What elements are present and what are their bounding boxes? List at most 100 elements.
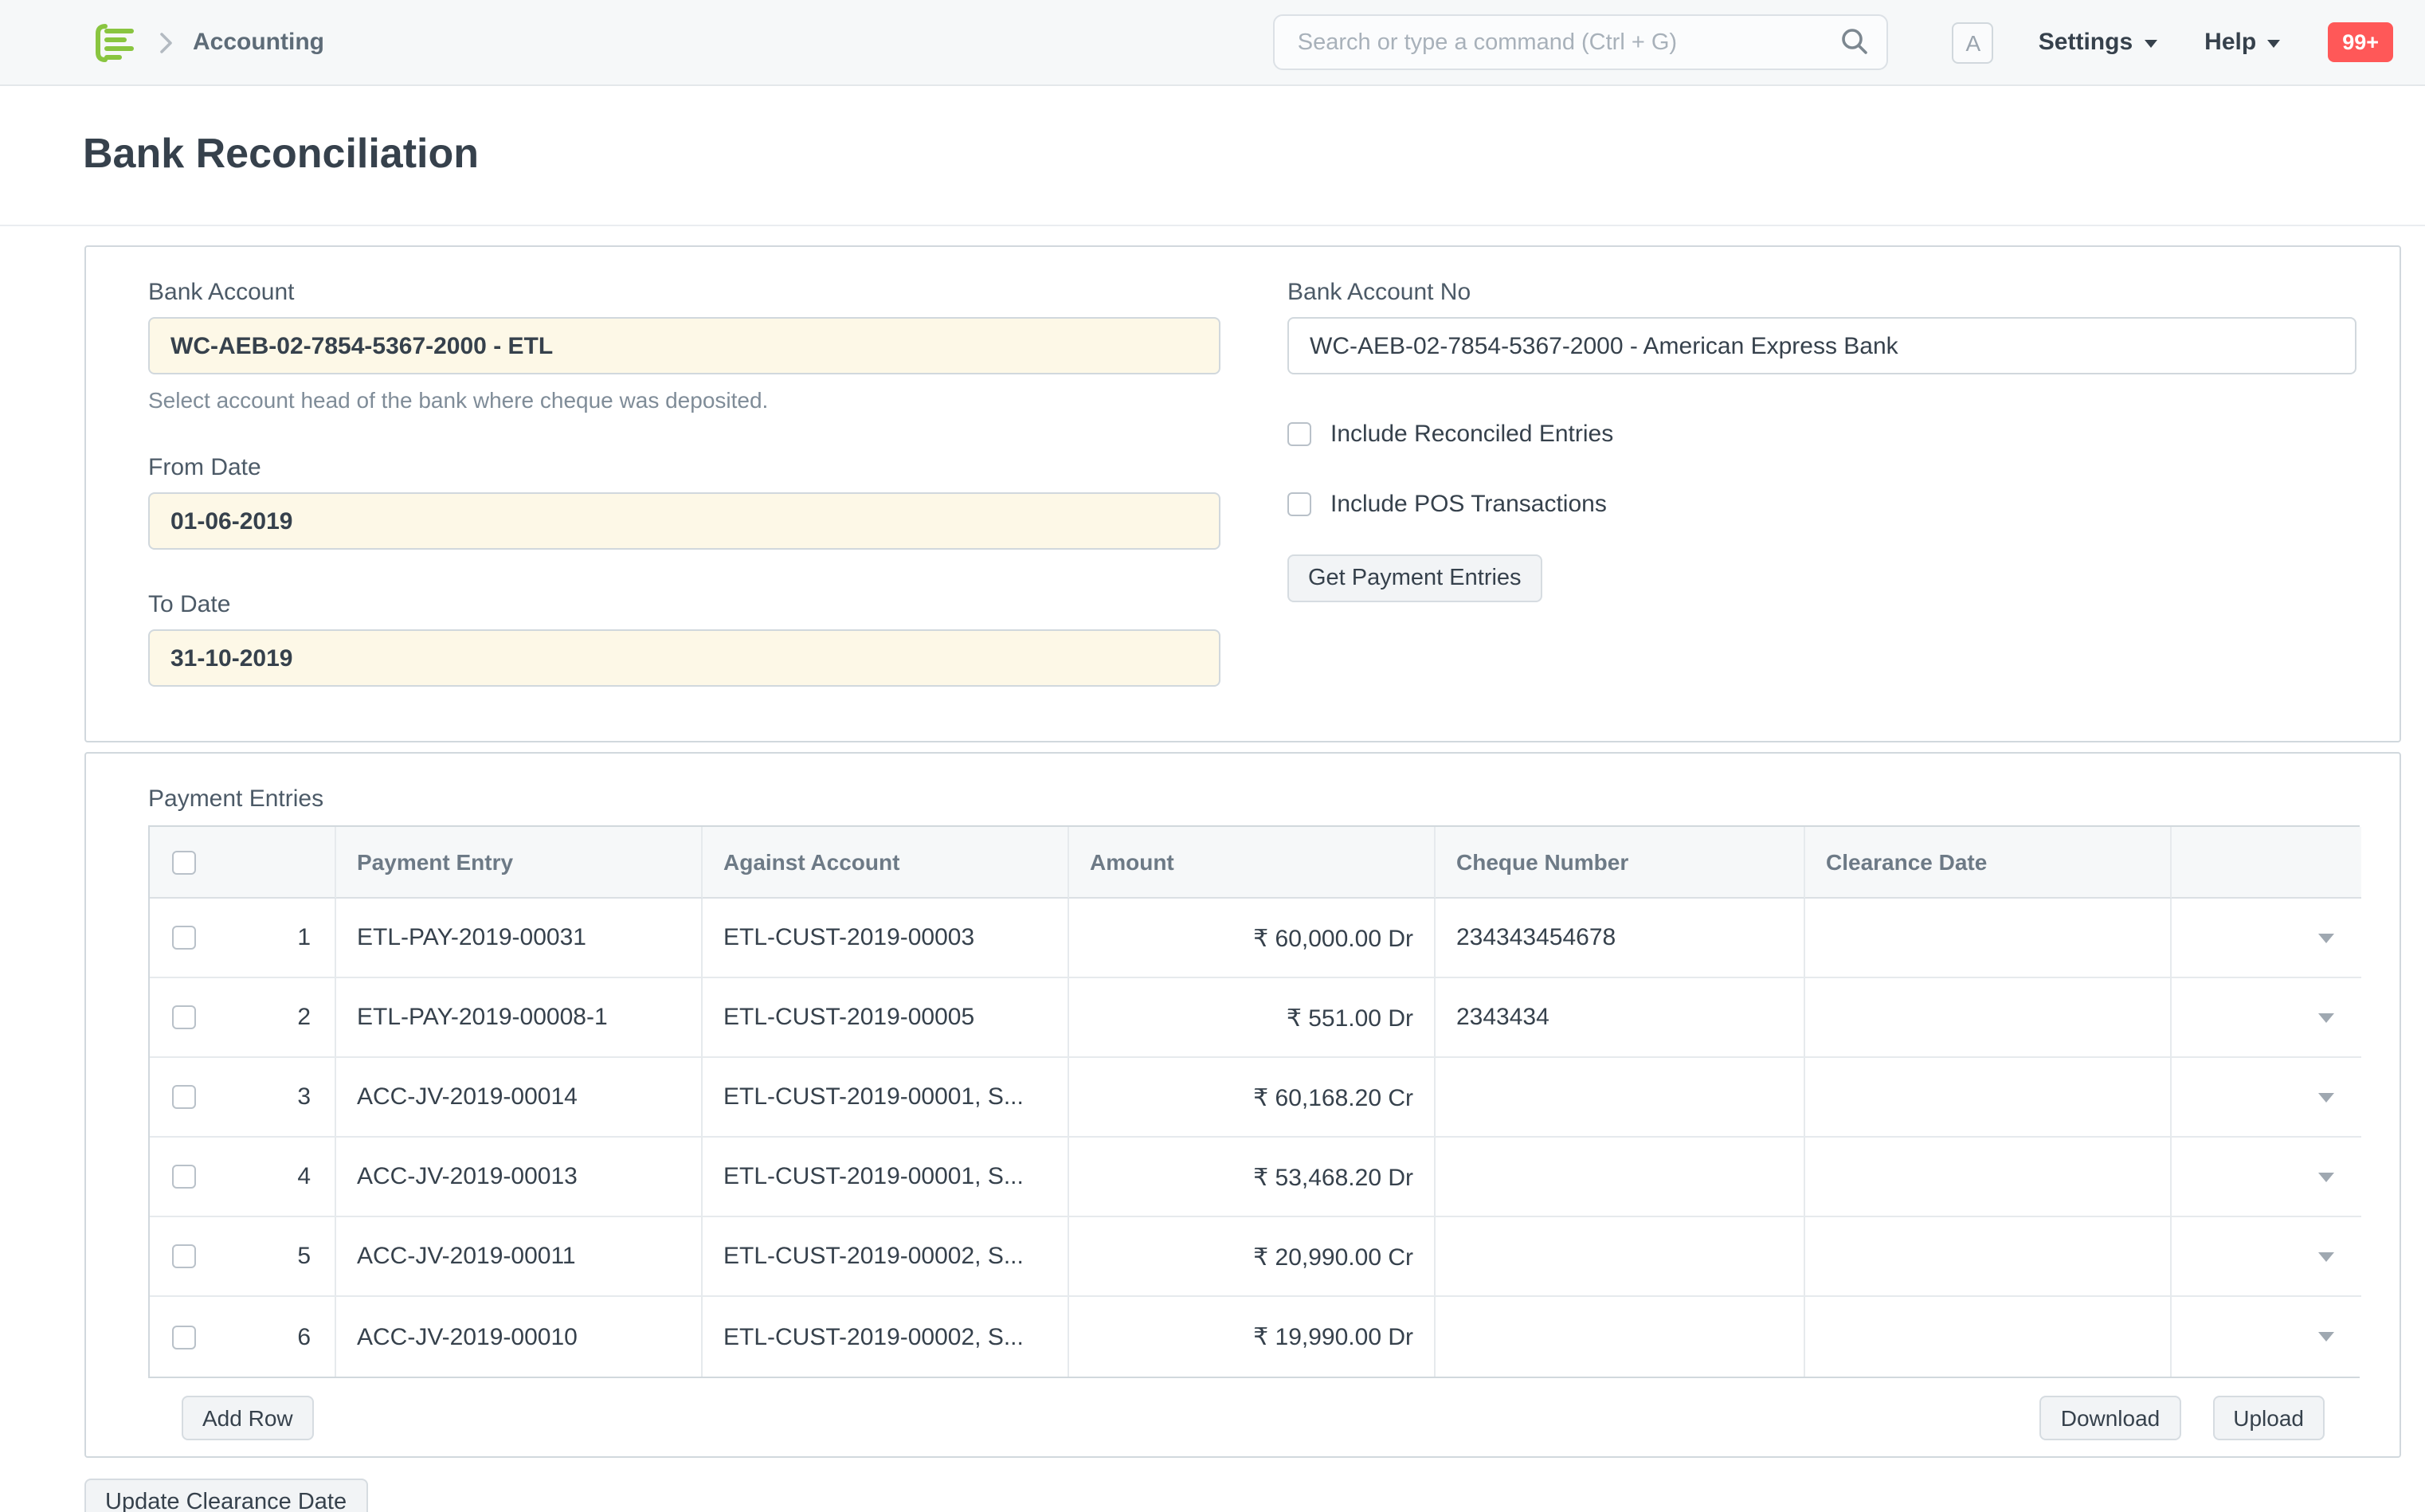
global-search xyxy=(1274,14,1889,70)
amount-cell[interactable]: ₹ 19,990.00 Dr xyxy=(1069,1297,1436,1377)
payment-entry-cell[interactable]: ETL-PAY-2019-00008-1 xyxy=(336,978,703,1058)
against-account-cell[interactable]: ETL-CUST-2019-00003 xyxy=(703,899,1069,978)
bank-account-no-label: Bank Account No xyxy=(1287,279,2356,306)
select-all-header-cell xyxy=(150,827,336,899)
row-dropdown-caret-icon[interactable] xyxy=(2318,1252,2334,1261)
payment-entry-cell[interactable]: ACC-JV-2019-00010 xyxy=(336,1297,703,1377)
from-date-field: From Date xyxy=(148,454,1220,550)
clearance-date-cell[interactable] xyxy=(1805,899,2172,978)
row-actions-cell xyxy=(2172,1297,2361,1377)
bank-reconciliation-page: Accounting A Settings Help 99+ Bank Reco… xyxy=(0,0,2425,1512)
table-row: 3 ACC-JV-2019-00014 ETL-CUST-2019-00001,… xyxy=(150,1058,2361,1138)
breadcrumb[interactable]: Accounting xyxy=(193,29,324,56)
payment-entry-cell[interactable]: ACC-JV-2019-00011 xyxy=(336,1217,703,1297)
row-dropdown-caret-icon[interactable] xyxy=(2318,1332,2334,1342)
row-actions-cell xyxy=(2172,978,2361,1058)
amount-cell[interactable]: ₹ 551.00 Dr xyxy=(1069,978,1436,1058)
amount-cell[interactable]: ₹ 53,468.20 Dr xyxy=(1069,1138,1436,1217)
cheque-number-cell[interactable] xyxy=(1436,1138,1805,1217)
payment-entries-section: Payment Entries Payment Entry Agains xyxy=(84,752,2401,1458)
bank-account-no-field: Bank Account No xyxy=(1287,279,2356,374)
bank-account-help-text: Select account head of the bank where ch… xyxy=(148,387,1220,413)
col-header-amount: Amount xyxy=(1069,827,1436,899)
col-header-actions xyxy=(2172,827,2361,899)
bank-account-label: Bank Account xyxy=(148,279,1220,306)
row-checkbox[interactable] xyxy=(172,926,196,950)
include-pos-row[interactable]: Include POS Transactions xyxy=(1287,488,2356,519)
settings-menu[interactable]: Settings xyxy=(2039,29,2157,56)
row-actions-cell xyxy=(2172,1217,2361,1297)
payment-entry-cell[interactable]: ACC-JV-2019-00014 xyxy=(336,1058,703,1138)
from-date-input[interactable] xyxy=(148,492,1220,550)
filters-left-column: Bank Account Select account head of the … xyxy=(148,279,1220,687)
against-account-cell[interactable]: ETL-CUST-2019-00001, S... xyxy=(703,1138,1069,1217)
filters-section: Bank Account Select account head of the … xyxy=(84,245,2401,742)
row-checkbox[interactable] xyxy=(172,1165,196,1189)
amount-cell[interactable]: ₹ 60,000.00 Dr xyxy=(1069,899,1436,978)
cheque-number-cell[interactable] xyxy=(1436,1217,1805,1297)
table-row: 5 ACC-JV-2019-00011 ETL-CUST-2019-00002,… xyxy=(150,1217,2361,1297)
payment-entry-cell[interactable]: ACC-JV-2019-00013 xyxy=(336,1138,703,1217)
bank-account-no-input[interactable] xyxy=(1287,317,2356,374)
row-select-cell: 1 xyxy=(150,899,336,978)
download-button[interactable]: Download xyxy=(2040,1396,2181,1440)
row-actions-cell xyxy=(2172,1138,2361,1217)
row-dropdown-caret-icon[interactable] xyxy=(2318,933,2334,942)
include-reconciled-checkbox[interactable] xyxy=(1287,421,1311,445)
payment-entry-cell[interactable]: ETL-PAY-2019-00031 xyxy=(336,899,703,978)
chevron-down-icon xyxy=(2144,40,2157,48)
against-account-cell[interactable]: ETL-CUST-2019-00002, S... xyxy=(703,1217,1069,1297)
bank-account-field: Bank Account Select account head of the … xyxy=(148,279,1220,413)
table-row: 4 ACC-JV-2019-00013 ETL-CUST-2019-00001,… xyxy=(150,1138,2361,1217)
to-date-input[interactable] xyxy=(148,629,1220,687)
row-index: 1 xyxy=(297,924,311,951)
notifications-badge[interactable]: 99+ xyxy=(2328,22,2393,62)
clearance-date-cell[interactable] xyxy=(1805,1217,2172,1297)
row-checkbox[interactable] xyxy=(172,1244,196,1268)
get-payment-entries-button[interactable]: Get Payment Entries xyxy=(1287,554,1542,602)
select-all-checkbox[interactable] xyxy=(172,850,196,874)
col-header-payment-entry: Payment Entry xyxy=(336,827,703,899)
bank-account-input[interactable] xyxy=(148,317,1220,374)
row-checkbox[interactable] xyxy=(172,1005,196,1029)
clearance-date-cell[interactable] xyxy=(1805,1058,2172,1138)
amount-cell[interactable]: ₹ 20,990.00 Cr xyxy=(1069,1217,1436,1297)
add-row-button[interactable]: Add Row xyxy=(182,1396,314,1440)
avatar[interactable]: A xyxy=(1953,22,1994,63)
to-date-field: To Date xyxy=(148,591,1220,687)
against-account-cell[interactable]: ETL-CUST-2019-00002, S... xyxy=(703,1297,1069,1377)
app-logo-icon[interactable] xyxy=(91,18,139,66)
help-menu[interactable]: Help xyxy=(2204,29,2280,56)
search-input[interactable] xyxy=(1274,14,1889,70)
row-dropdown-caret-icon[interactable] xyxy=(2318,1172,2334,1181)
include-pos-checkbox[interactable] xyxy=(1287,492,1311,515)
grid-footer: Add Row Download Upload xyxy=(148,1396,2360,1440)
upload-button[interactable]: Upload xyxy=(2212,1396,2325,1440)
payment-entries-label: Payment Entries xyxy=(148,785,2356,813)
main-content: Bank Account Select account head of the … xyxy=(0,226,2425,1512)
row-dropdown-caret-icon[interactable] xyxy=(2318,1092,2334,1102)
against-account-cell[interactable]: ETL-CUST-2019-00005 xyxy=(703,978,1069,1058)
col-header-cheque-number: Cheque Number xyxy=(1436,827,1805,899)
clearance-date-cell[interactable] xyxy=(1805,978,2172,1058)
clearance-date-cell[interactable] xyxy=(1805,1297,2172,1377)
amount-cell[interactable]: ₹ 60,168.20 Cr xyxy=(1069,1058,1436,1138)
include-reconciled-row[interactable]: Include Reconciled Entries xyxy=(1287,417,2356,449)
row-checkbox[interactable] xyxy=(172,1325,196,1349)
col-header-against-account: Against Account xyxy=(703,827,1069,899)
row-index: 6 xyxy=(297,1323,311,1350)
row-select-cell: 5 xyxy=(150,1217,336,1297)
page-header: Bank Reconciliation xyxy=(0,86,2425,226)
against-account-cell[interactable]: ETL-CUST-2019-00001, S... xyxy=(703,1058,1069,1138)
clearance-date-cell[interactable] xyxy=(1805,1138,2172,1217)
cheque-number-cell[interactable] xyxy=(1436,1058,1805,1138)
settings-label: Settings xyxy=(2039,29,2133,56)
update-clearance-date-button[interactable]: Update Clearance Date xyxy=(84,1479,367,1512)
row-checkbox[interactable] xyxy=(172,1085,196,1109)
col-header-clearance-date: Clearance Date xyxy=(1805,827,2172,899)
cheque-number-cell[interactable]: 234343454678 xyxy=(1436,899,1805,978)
help-label: Help xyxy=(2204,29,2256,56)
cheque-number-cell[interactable]: 2343434 xyxy=(1436,978,1805,1058)
cheque-number-cell[interactable] xyxy=(1436,1297,1805,1377)
row-dropdown-caret-icon[interactable] xyxy=(2318,1013,2334,1022)
